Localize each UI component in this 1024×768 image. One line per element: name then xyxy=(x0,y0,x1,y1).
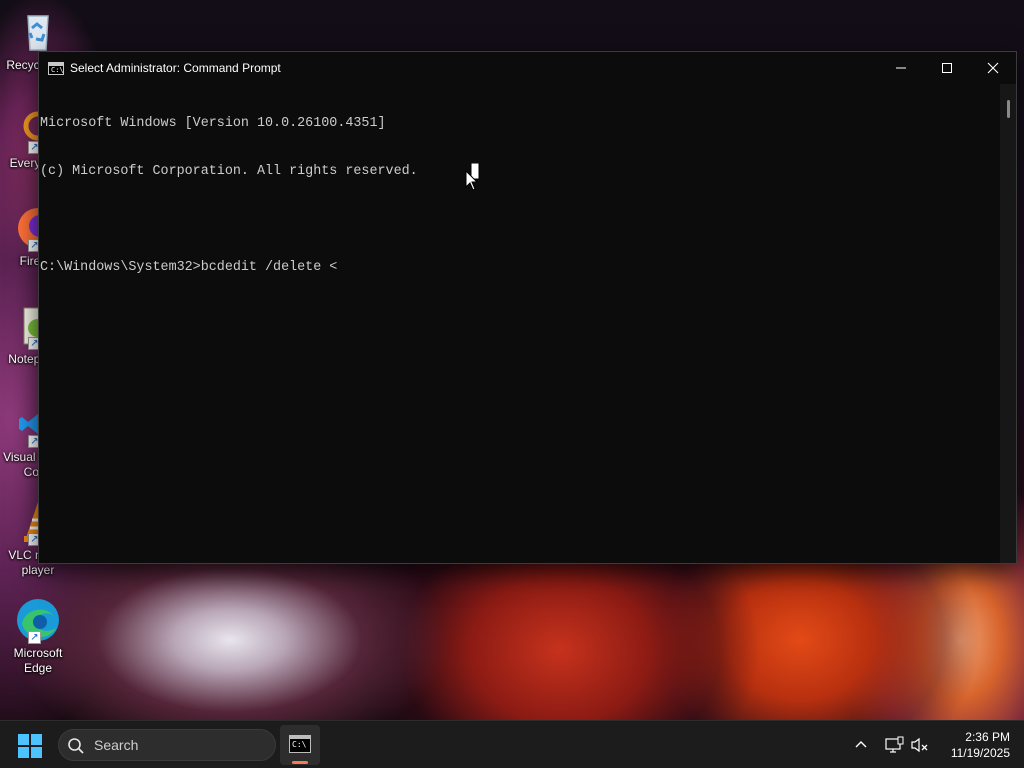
recycle-bin-icon xyxy=(14,8,62,56)
chevron-up-icon xyxy=(855,741,867,748)
show-hidden-icons-button[interactable] xyxy=(852,736,870,754)
taskbar: Search C:\ 2:36 PM 11/19/2025 xyxy=(0,720,1024,768)
taskbar-clock[interactable]: 2:36 PM 11/19/2025 xyxy=(938,729,1010,761)
console-line: (c) Microsoft Corporation. All rights re… xyxy=(40,164,418,179)
volume-button[interactable] xyxy=(910,735,930,755)
search-icon xyxy=(68,738,84,754)
start-button[interactable] xyxy=(16,733,48,759)
volume-muted-icon xyxy=(911,737,928,753)
scrollbar-thumb[interactable] xyxy=(1007,100,1010,118)
close-button[interactable] xyxy=(970,52,1016,84)
close-icon xyxy=(987,62,999,74)
window-titlebar[interactable]: C:\ Select Administrator: Command Prompt xyxy=(39,52,1016,84)
network-status-button[interactable] xyxy=(884,735,904,755)
window-title: Select Administrator: Command Prompt xyxy=(70,61,281,75)
active-app-indicator xyxy=(292,761,308,764)
command-prompt-window[interactable]: C:\ Select Administrator: Command Prompt… xyxy=(38,51,1017,564)
maximize-button[interactable] xyxy=(924,52,970,84)
windows-logo-icon xyxy=(18,734,42,758)
taskbar-command-prompt-button[interactable]: C:\ xyxy=(280,725,320,765)
desktop-icon-label: Microsoft Edge xyxy=(13,646,63,675)
minimize-button[interactable] xyxy=(878,52,924,84)
command-prompt-icon: C:\ xyxy=(289,735,311,753)
taskbar-search-box[interactable]: Search xyxy=(58,729,276,761)
minimize-icon xyxy=(896,67,906,69)
console-command-line: C:\Windows\System32>bcdedit /delete < xyxy=(40,260,338,275)
command-prompt-icon: C:\ xyxy=(48,61,64,75)
search-label: Search xyxy=(94,737,139,753)
shortcut-arrow-icon: ↗ xyxy=(28,631,41,644)
network-icon xyxy=(885,736,904,753)
console-output[interactable]: Microsoft Windows [Version 10.0.26100.43… xyxy=(39,84,1000,563)
edge-icon: ↗ xyxy=(14,596,62,644)
vertical-scrollbar[interactable] xyxy=(1000,84,1016,563)
maximize-icon xyxy=(942,63,952,73)
clock-time: 2:36 PM xyxy=(965,730,1010,744)
desktop-icon-edge[interactable]: ↗ Microsoft Edge xyxy=(0,596,76,676)
mouse-pointer-icon xyxy=(465,162,481,191)
console-line: Microsoft Windows [Version 10.0.26100.43… xyxy=(40,116,386,131)
clock-date: 11/19/2025 xyxy=(950,746,1010,760)
